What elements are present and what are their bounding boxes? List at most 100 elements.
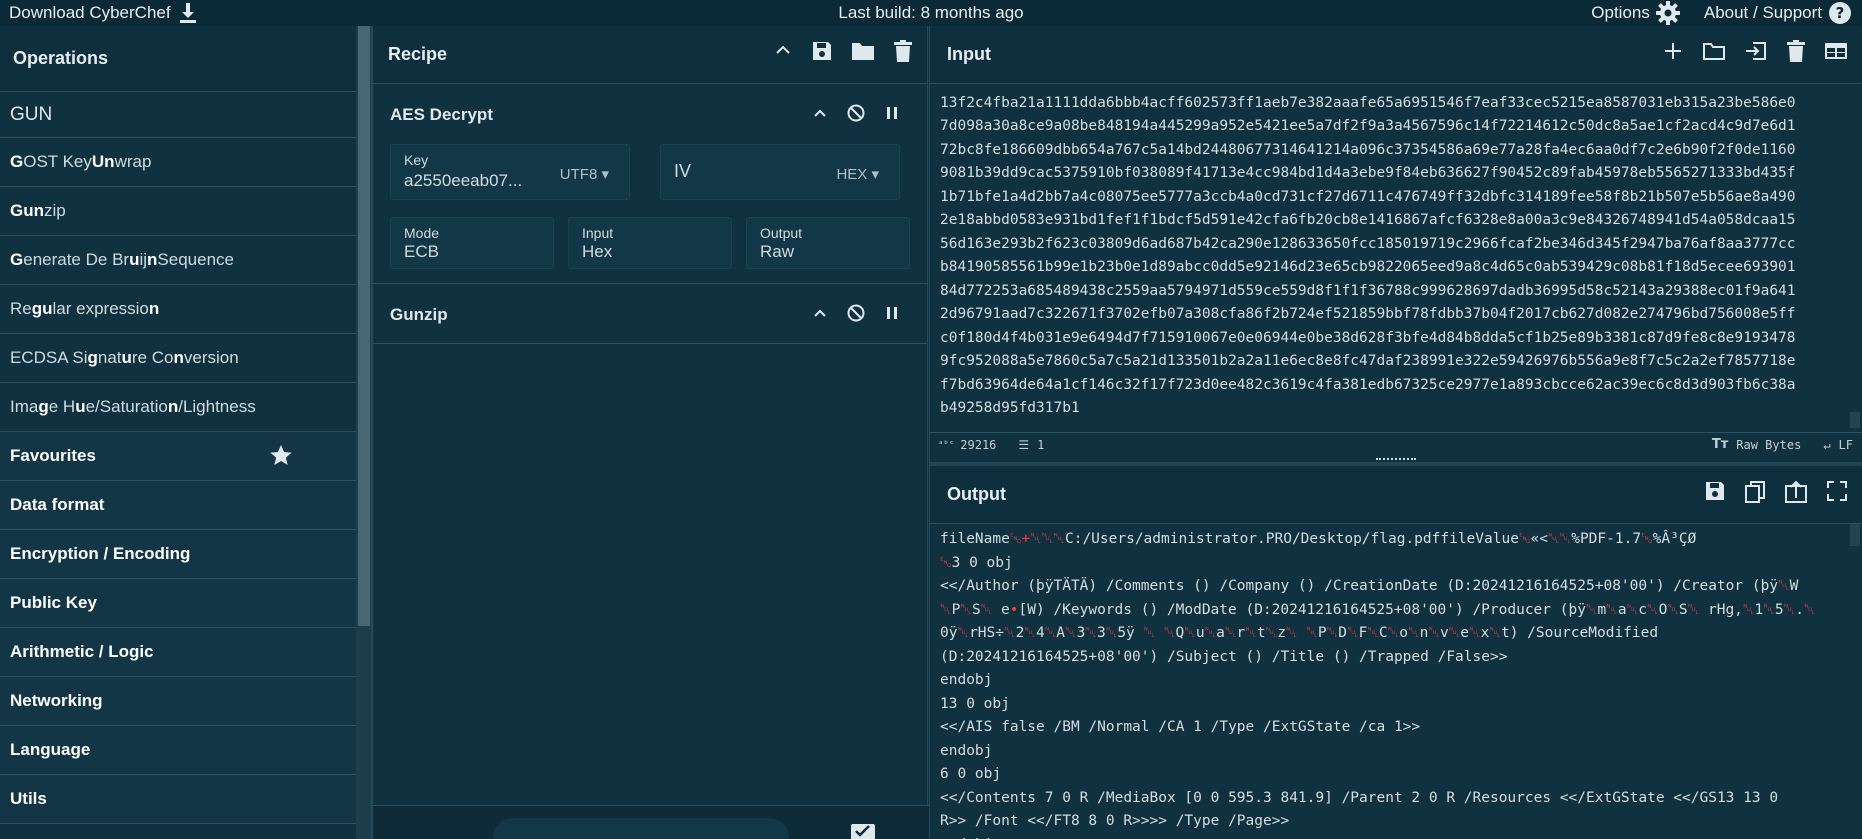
folder-icon[interactable] [851, 40, 875, 67]
output-text-segment: rHg, [1699, 601, 1743, 618]
input-line-count: 1 [1037, 437, 1045, 452]
abc-icon: ᵃᵇᶜ [938, 439, 955, 450]
category-label: Arithmetic / Logic [10, 642, 154, 661]
pause-icon[interactable] [883, 304, 901, 327]
category-networking[interactable]: Networking [0, 677, 371, 726]
caret-down-icon: ▾ [601, 166, 609, 183]
input-format-field[interactable]: Input Hex [568, 217, 732, 269]
iv-encoding-value: HEX [836, 166, 868, 183]
category-label: Networking [10, 691, 103, 710]
trash-icon[interactable] [1786, 40, 1806, 67]
output-text-segment: u [1195, 625, 1205, 641]
category-favourites[interactable]: Favourites [0, 432, 371, 481]
output-text-segment: 1 [1754, 601, 1764, 618]
input-title: Input [947, 44, 991, 64]
input-format-value: Hex [582, 242, 613, 261]
input-scrollbar[interactable] [1850, 412, 1860, 428]
panel-resize-handle[interactable] [1376, 458, 1416, 461]
copy-icon[interactable] [1744, 480, 1766, 509]
about-support-button[interactable]: About / Support ? [1704, 1, 1852, 25]
category-label: Data format [10, 495, 105, 514]
output-text-segment: (D:20241216164525+08'00') /Subject () /T… [940, 648, 1508, 665]
input-char-count: 29216 [960, 437, 997, 452]
output-text-segment: S [971, 601, 981, 618]
category-public-key[interactable]: Public Key [0, 579, 371, 628]
chevron-up-icon[interactable] [773, 40, 793, 67]
output-text-segment: S [1678, 601, 1688, 618]
key-encoding-dropdown[interactable]: UTF8 ▾ [560, 165, 609, 183]
output-format-value: Raw [760, 242, 795, 261]
disable-icon[interactable] [847, 104, 865, 127]
save-icon[interactable] [811, 40, 833, 67]
iv-field[interactable]: IV HEX ▾ [660, 144, 900, 200]
control-char: ␀ [1326, 625, 1339, 641]
input-textarea[interactable]: 6789f45de59c421b94520af07064b59099db6761… [938, 84, 1850, 454]
control-char: ␀ [1004, 625, 1016, 641]
file-input-icon[interactable] [1744, 40, 1768, 67]
plus-icon[interactable] [1662, 40, 1684, 67]
operation-item[interactable]: Generate De Br u ij n Sequence [0, 236, 371, 285]
operations-scrollbar-thumb[interactable] [358, 26, 370, 626]
input-status-bar: ᵃᵇᶜ 29216 ☰ 1 Tт Raw Bytes ↵ LF [930, 432, 1862, 456]
trash-icon[interactable] [893, 40, 913, 67]
output-line: endobj [940, 834, 1843, 839]
input-line: 2d96791aad7c322671f3702efb07a308cfa86f2b… [940, 306, 1796, 322]
output-text-segment: W [1789, 578, 1799, 594]
pause-icon[interactable] [883, 104, 901, 127]
output-text-segment: F [1358, 625, 1368, 641]
mode-field[interactable]: Mode ECB [390, 217, 554, 269]
category-data-format[interactable]: Data format [0, 481, 371, 530]
output-textarea[interactable]: fileName␅+␀␀␀C:/Users/administrator.PRO/… [938, 528, 1843, 839]
control-char: ␀ [1224, 625, 1237, 641]
control-char: ␀ [1285, 625, 1307, 641]
operation-item[interactable]: Gun zip [0, 187, 371, 236]
auto-bake-checkbox[interactable] [851, 820, 875, 839]
control-char: ␀ [1245, 625, 1257, 641]
maximize-icon[interactable] [1826, 480, 1848, 509]
eol-button[interactable]: LF [1839, 438, 1853, 452]
output-text-segment: t) /SourceModified [1500, 625, 1659, 641]
operations-title: Operations [0, 26, 371, 92]
output-text-segment: m [1597, 601, 1607, 618]
chevron-up-icon[interactable] [811, 304, 829, 327]
chevron-up-icon[interactable] [811, 104, 829, 127]
operation-item[interactable]: Re gu lar expressio n [0, 285, 371, 334]
options-button[interactable]: Options [1591, 1, 1680, 25]
text-encoding-icon: Tт [1711, 437, 1729, 452]
output-scrollbar[interactable] [1850, 524, 1860, 546]
top-bar: Download CyberChef Last build: 8 months … [0, 0, 1862, 26]
replace-input-icon[interactable] [1784, 480, 1808, 509]
operation-item[interactable]: Ima g e Hu e/Saturatio n/Lightness [0, 383, 371, 432]
category-utils[interactable]: Utils [0, 775, 371, 824]
category-language[interactable]: Language [0, 726, 371, 775]
download-label: Download CyberChef [9, 3, 171, 22]
disable-icon[interactable] [847, 304, 865, 327]
control-char: ␀ [1044, 625, 1057, 641]
category-encryption-encoding[interactable]: Encryption / Encoding [0, 530, 371, 579]
lines-icon: ☰ [1018, 437, 1030, 452]
operations-search-input[interactable]: GUN [0, 92, 371, 138]
output-format-field[interactable]: Output Raw [746, 217, 910, 269]
layout-icon[interactable] [1824, 40, 1848, 67]
folder-icon[interactable] [1702, 40, 1726, 67]
star-icon[interactable] [269, 444, 293, 473]
operations-scrollbar[interactable] [356, 26, 371, 839]
bake-button[interactable] [493, 818, 789, 839]
output-line: endobj [940, 740, 1843, 764]
control-char: ␀ [1489, 625, 1501, 641]
iv-encoding-dropdown[interactable]: HEX ▾ [836, 165, 879, 183]
category-arithmetic-logic[interactable]: Arithmetic / Logic [0, 628, 371, 677]
mode-value: ECB [404, 242, 439, 261]
key-field[interactable]: Key a2550eeab07... UTF8 ▾ [390, 144, 630, 200]
control-char: ␅+␀␀␀ [1009, 531, 1065, 547]
input-line: b84190585561b99e1b23b0e1d89abcc0dd5e9214… [940, 259, 1796, 275]
download-cyberchef-link[interactable]: Download CyberChef [9, 0, 197, 26]
control-char: ␀ [1803, 601, 1816, 618]
operation-item[interactable]: ECDSA Si g nat u re Co n version [0, 334, 371, 383]
output-text-segment: endobj [940, 672, 993, 688]
output-text-segment: v [1439, 625, 1449, 641]
operation-item[interactable]: G OST Key Un wrap [0, 138, 371, 187]
raw-bytes-button[interactable]: Raw Bytes [1736, 438, 1801, 452]
save-icon[interactable] [1704, 480, 1726, 509]
output-text-segment: P [1317, 625, 1327, 641]
